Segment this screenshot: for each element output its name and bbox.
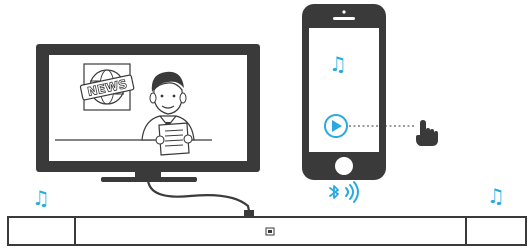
phone-music-note-icon: ♫	[329, 52, 347, 76]
sound-waves-icon	[345, 181, 359, 203]
cable-plug	[244, 210, 254, 216]
soundbar	[7, 216, 527, 246]
phone-home-button	[335, 157, 353, 175]
diagram-canvas: NEWS	[7, 4, 527, 246]
left-speaker-music-note-icon: ♫	[32, 186, 50, 210]
smartphone	[302, 4, 414, 180]
television: NEWS	[36, 44, 260, 182]
phone-speaker	[333, 17, 355, 20]
news-sign: NEWS	[79, 63, 135, 111]
hdmi-cable	[146, 179, 252, 217]
play-icon[interactable]	[324, 114, 348, 138]
right-speaker-music-note-icon: ♫	[487, 184, 505, 208]
soundbar-setup-diagram: NEWS ♫ ♫ ♫	[0, 0, 532, 248]
bluetooth-icon	[329, 185, 339, 199]
pointing-hand-icon	[416, 120, 438, 146]
tv-screen	[49, 55, 247, 161]
